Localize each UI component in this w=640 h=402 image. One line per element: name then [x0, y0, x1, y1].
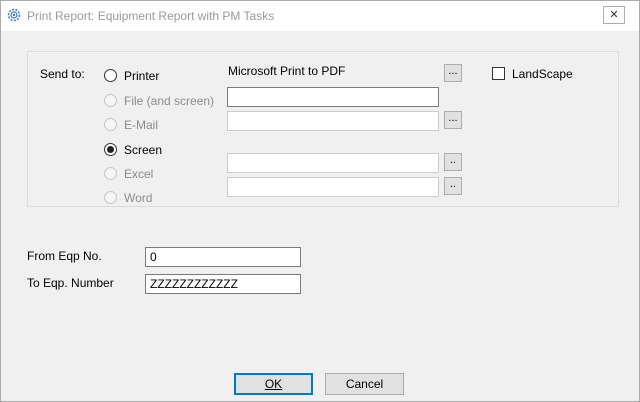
screen-radio-label[interactable]: Screen: [124, 143, 162, 157]
landscape-checkbox[interactable]: [492, 67, 505, 80]
cancel-button[interactable]: Cancel: [325, 373, 404, 395]
ok-button-label: OK: [264, 377, 283, 391]
excel-path-field[interactable]: [227, 153, 439, 173]
email-radio-label[interactable]: E-Mail: [124, 118, 158, 132]
email-browse-button[interactable]: ...: [444, 111, 462, 129]
word-path-field[interactable]: [227, 177, 439, 197]
excel-radio-label[interactable]: Excel: [124, 167, 153, 181]
close-button[interactable]: ✕: [603, 6, 625, 24]
excel-browse-button[interactable]: ..: [444, 153, 462, 171]
send-to-label: Send to:: [40, 67, 85, 81]
print-report-dialog: Print Report: Equipment Report with PM T…: [0, 0, 640, 402]
file-path-field[interactable]: [227, 87, 439, 107]
to-eqp-label: To Eqp. Number: [27, 276, 114, 290]
email-radio[interactable]: [104, 118, 117, 131]
landscape-label[interactable]: LandScape: [512, 67, 573, 81]
printer-radio-label[interactable]: Printer: [124, 69, 159, 83]
printer-browse-button[interactable]: ...: [444, 64, 462, 82]
word-radio-label[interactable]: Word: [124, 191, 152, 205]
file-radio-label[interactable]: File (and screen): [124, 94, 214, 108]
radio-selected-dot: [107, 146, 114, 153]
word-browse-button[interactable]: ..: [444, 177, 462, 195]
screen-radio[interactable]: [104, 143, 117, 156]
gear-icon: [6, 7, 22, 23]
word-radio[interactable]: [104, 191, 117, 204]
close-icon: ✕: [609, 9, 619, 21]
to-eqp-field[interactable]: ZZZZZZZZZZZZ: [145, 274, 301, 294]
excel-radio[interactable]: [104, 167, 117, 180]
from-eqp-field[interactable]: 0: [145, 247, 301, 267]
window-title: Print Report: Equipment Report with PM T…: [27, 9, 275, 23]
title-bar: Print Report: Equipment Report with PM T…: [1, 1, 639, 31]
printer-radio[interactable]: [104, 69, 117, 82]
printer-name: Microsoft Print to PDF: [228, 64, 346, 78]
file-radio[interactable]: [104, 94, 117, 107]
from-eqp-label: From Eqp No.: [27, 249, 102, 263]
ok-button[interactable]: OK: [234, 373, 313, 395]
email-field[interactable]: [227, 111, 439, 131]
